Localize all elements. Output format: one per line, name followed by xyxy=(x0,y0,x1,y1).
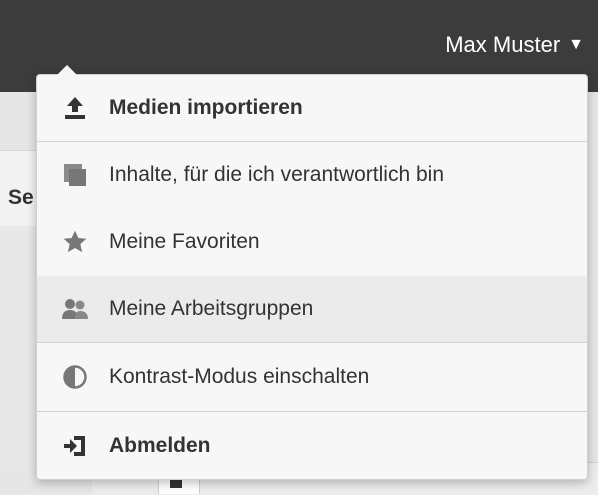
menu-item-label: Kontrast-Modus einschalten xyxy=(109,365,370,388)
menu-item-label: Inhalte, für die ich verantwortlich bin xyxy=(109,163,445,186)
menu-item-contrast-mode[interactable]: Kontrast-Modus einschalten xyxy=(37,343,587,411)
menu-item-label: Abmelden xyxy=(109,433,211,457)
menu-item-label: Meine Favoriten xyxy=(109,230,260,253)
caret-down-icon[interactable]: ▼ xyxy=(568,30,584,60)
logout-icon xyxy=(61,432,89,460)
background-partial-label: Se xyxy=(8,186,34,209)
users-icon xyxy=(61,295,89,323)
user-menu-toggle[interactable]: Max Muster ▼ xyxy=(445,30,584,60)
menu-item-label: Meine Arbeitsgruppen xyxy=(109,297,314,320)
upload-icon xyxy=(61,94,89,122)
star-icon xyxy=(61,228,89,256)
contrast-icon xyxy=(61,363,89,391)
copy-icon xyxy=(61,161,89,189)
menu-item-workgroups[interactable]: Meine Arbeitsgruppen xyxy=(37,276,587,342)
user-name[interactable]: Max Muster xyxy=(445,30,560,60)
menu-item-favorites[interactable]: Meine Favoriten xyxy=(37,208,587,276)
user-dropdown-menu: Medien importieren Inhalte, für die ich … xyxy=(36,65,588,480)
menu-item-label: Medien importieren xyxy=(109,96,303,119)
menu-item-logout[interactable]: Abmelden xyxy=(37,412,587,479)
menu-item-import-media[interactable]: Medien importieren xyxy=(37,75,587,141)
menu-item-responsible-content[interactable]: Inhalte, für die ich verantwortlich bin xyxy=(37,142,587,208)
